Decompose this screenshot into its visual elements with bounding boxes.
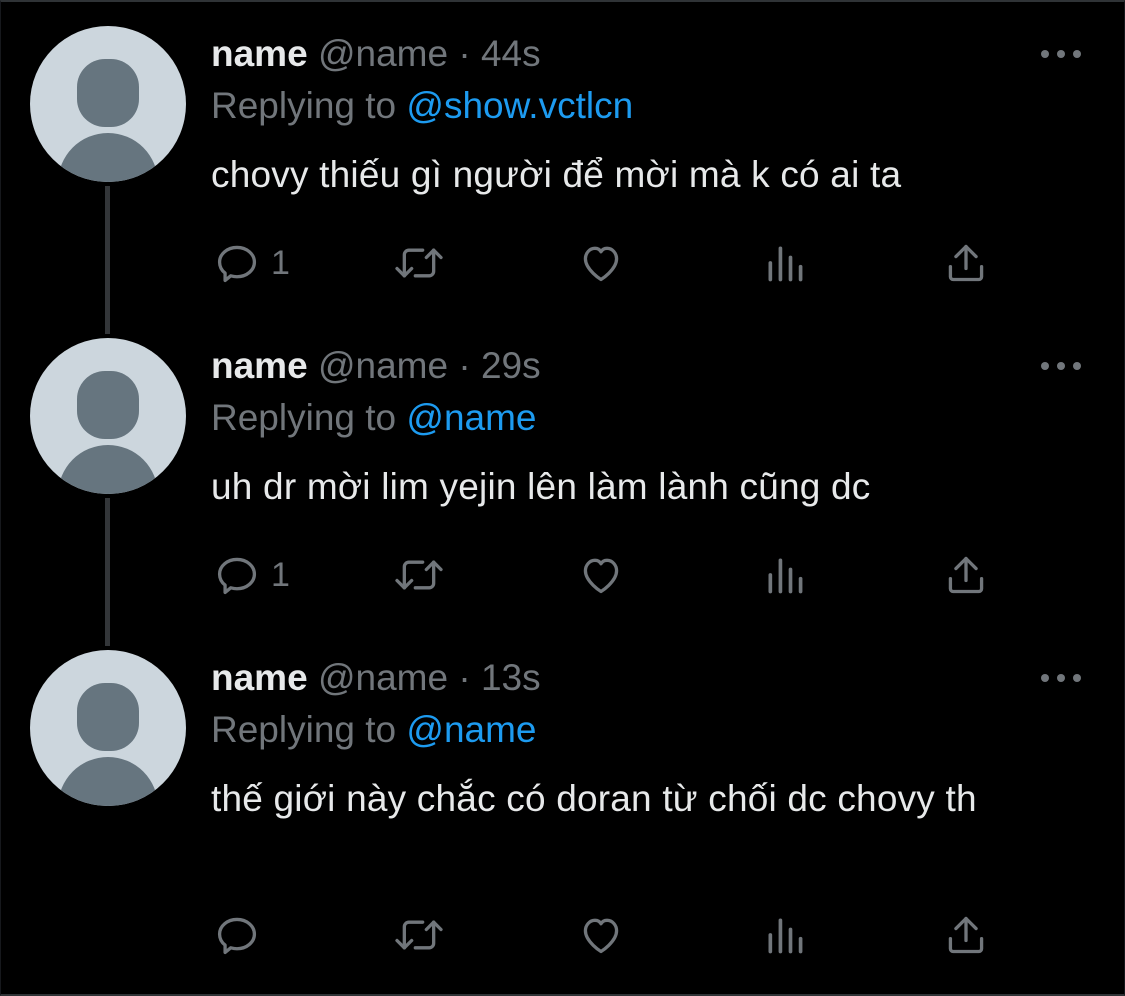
more-dot [1057, 50, 1065, 58]
more-icon[interactable] [1041, 670, 1081, 686]
tweet[interactable]: name @name · 44s Replying to @show.vctlc… [0, 26, 1125, 316]
avatar[interactable] [30, 26, 186, 182]
replying-to-label: Replying to [211, 85, 407, 126]
views-icon [768, 918, 803, 954]
tweet-header: name @name · 13s [211, 656, 541, 700]
tweet-header: name @name · 44s [211, 32, 541, 76]
separator-dot: · [458, 657, 471, 698]
tweet-text: uh dr mời lim yejin lên làm lành cũng dc [211, 466, 871, 507]
reply-button[interactable]: 1 [215, 238, 290, 288]
more-dot [1057, 674, 1065, 682]
share-icon [948, 244, 984, 282]
avatar-placeholder-head [77, 59, 139, 127]
retweet-button[interactable] [391, 910, 447, 960]
replying-to: Replying to @name [211, 708, 537, 752]
avatar-placeholder-body [58, 757, 158, 806]
retweet-icon [395, 920, 443, 950]
more-icon[interactable] [1041, 358, 1081, 374]
user-handle[interactable]: @name [318, 345, 448, 386]
tweet-actions: 1 [211, 238, 1011, 288]
reply-icon [217, 557, 257, 595]
more-dot [1041, 50, 1049, 58]
retweet-icon [395, 560, 443, 590]
reply-count: 1 [271, 244, 290, 282]
avatar-placeholder-head [77, 683, 139, 751]
timestamp[interactable]: 13s [481, 657, 541, 698]
more-dot [1073, 674, 1081, 682]
more-dot [1073, 50, 1081, 58]
share-button[interactable] [943, 550, 989, 600]
display-name[interactable]: name [211, 33, 308, 74]
retweet-button[interactable] [391, 550, 447, 600]
tweet-header: name @name · 29s [211, 344, 541, 388]
reply-button[interactable]: 1 [215, 550, 290, 600]
like-button[interactable] [577, 550, 625, 600]
reply-icon [217, 917, 257, 955]
views-icon [768, 246, 803, 282]
share-button[interactable] [943, 910, 989, 960]
tweet[interactable]: name @name · 13s Replying to @name thế g… [0, 650, 1125, 990]
more-dot [1057, 362, 1065, 370]
retweet-button[interactable] [391, 238, 447, 288]
timestamp[interactable]: 29s [481, 345, 541, 386]
reply-icon [217, 245, 257, 283]
separator-dot: · [458, 345, 471, 386]
retweet-icon [395, 248, 443, 278]
more-icon[interactable] [1041, 46, 1081, 62]
replying-to-mention[interactable]: @show.vctlcn [406, 85, 633, 126]
timestamp[interactable]: 44s [481, 33, 541, 74]
reply-count: 1 [271, 556, 290, 594]
views-icon [768, 558, 803, 594]
replying-to-mention[interactable]: @name [406, 397, 536, 438]
share-icon [948, 556, 984, 594]
avatar-placeholder-body [58, 133, 158, 182]
share-icon [948, 916, 984, 954]
avatar-placeholder-head [77, 371, 139, 439]
tweet-text: thế giới này chắc có doran từ chối dc ch… [211, 778, 977, 819]
like-icon [583, 558, 619, 594]
views-button[interactable] [763, 910, 807, 960]
user-handle[interactable]: @name [318, 33, 448, 74]
more-dot [1041, 674, 1049, 682]
avatar-placeholder-body [58, 445, 158, 494]
replying-to-label: Replying to [211, 709, 407, 750]
reply-button[interactable] [215, 910, 271, 960]
views-button[interactable] [763, 238, 807, 288]
tweet-actions [211, 910, 1011, 960]
like-icon [583, 918, 619, 954]
like-icon [583, 246, 619, 282]
views-button[interactable] [763, 550, 807, 600]
display-name[interactable]: name [211, 657, 308, 698]
more-dot [1041, 362, 1049, 370]
separator-dot: · [458, 33, 471, 74]
tweet-actions: 1 [211, 550, 1011, 600]
like-button[interactable] [577, 238, 625, 288]
more-dot [1073, 362, 1081, 370]
display-name[interactable]: name [211, 345, 308, 386]
user-handle[interactable]: @name [318, 657, 448, 698]
tweet[interactable]: name @name · 29s Replying to @name uh dr… [0, 338, 1125, 628]
replying-to: Replying to @name [211, 396, 537, 440]
share-button[interactable] [943, 238, 989, 288]
avatar[interactable] [30, 650, 186, 806]
avatar[interactable] [30, 338, 186, 494]
replying-to-label: Replying to [211, 397, 407, 438]
replying-to: Replying to @show.vctlcn [211, 84, 633, 128]
like-button[interactable] [577, 910, 625, 960]
tweet-text: chovy thiếu gì người để mời mà k có ai t… [211, 154, 902, 195]
replying-to-mention[interactable]: @name [406, 709, 536, 750]
